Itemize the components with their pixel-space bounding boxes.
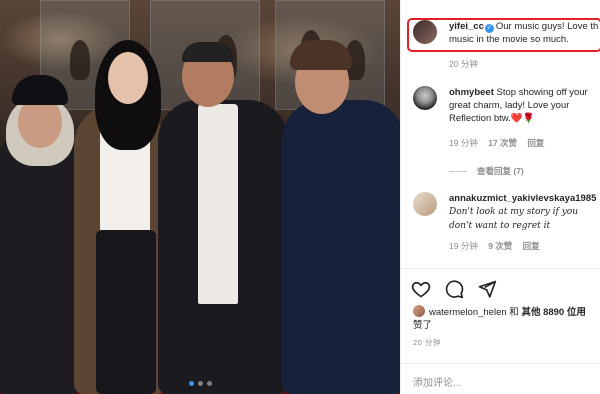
divider-line — [449, 171, 467, 173]
add-comment-bar[interactable]: 添加评论... — [401, 363, 600, 394]
add-comment-input[interactable]: 添加评论... — [413, 374, 461, 389]
comment-time[interactable]: 19 分钟 — [449, 241, 478, 251]
liked-and-text: 和 — [509, 307, 519, 318]
comment-likes[interactable]: 17 次赞 — [488, 138, 517, 148]
comment-list: yifei_cc ✓ Our music guys! Love th music i… — [401, 0, 600, 268]
reply-button[interactable]: 回复 — [527, 138, 544, 148]
comment-text: ohmybeet Stop showing off your great cha… — [449, 86, 600, 125]
action-bar: watermelon_helen 和 其他 8890 位用 赞了 20 分钟 添… — [401, 268, 600, 394]
avatar[interactable] — [413, 192, 437, 216]
comment-text: yifei_cc ✓ Our music guys! Love th music i… — [449, 20, 600, 46]
verified-badge-icon: ✓ — [484, 24, 494, 33]
comment-body: Our music guys! Love th — [495, 21, 599, 32]
comment-body: great charm, lady! Love your — [449, 100, 570, 111]
action-icons — [411, 279, 499, 301]
comment-meta: 20 分钟 — [449, 58, 486, 70]
comment-username[interactable]: yifei_cc — [449, 21, 484, 32]
others-likes-link[interactable]: 其他 8890 位用 — [521, 307, 585, 318]
comment-meta: 19 分钟 9 次赞 回复 — [449, 240, 548, 252]
comment-time[interactable]: 20 分钟 — [449, 59, 478, 69]
avatar[interactable] — [413, 20, 437, 44]
comment-meta: 19 分钟 17 次赞 回复 — [449, 137, 552, 149]
comment-username[interactable]: ohmybeet — [449, 87, 494, 98]
liker-avatar[interactable] — [413, 305, 425, 317]
comment-body: Stop showing off your — [496, 87, 588, 98]
post-photo[interactable] — [0, 0, 400, 394]
share-paper-plane-icon[interactable] — [477, 279, 499, 301]
comment-emoji: ❤️🌹 — [510, 113, 535, 124]
carousel-dot[interactable] — [197, 381, 203, 386]
view-replies-button[interactable]: 查看回复 (7) — [449, 165, 524, 177]
avatar[interactable] — [413, 86, 437, 110]
carousel-dot[interactable] — [188, 381, 194, 386]
comment-likes[interactable]: 9 次赞 — [488, 241, 512, 251]
comments-panel: yifei_cc ✓ Our music guys! Love th music i… — [400, 0, 600, 394]
view-replies-label: 查看回复 (7) — [477, 166, 524, 176]
post-time[interactable]: 20 分钟 — [413, 337, 441, 348]
comment-username[interactable]: annakuzmict_yakivlevskaya1985 — [449, 193, 596, 204]
comment-body: music in the movie so much. — [449, 34, 569, 45]
liked-by-line: watermelon_helen 和 其他 8890 位用 — [413, 305, 600, 320]
carousel-dots — [0, 381, 400, 386]
reply-button[interactable]: 回复 — [523, 241, 540, 251]
liker-username[interactable]: watermelon_helen — [429, 307, 507, 318]
comment-body: don't want to regret it — [449, 221, 551, 231]
background-musician — [70, 40, 90, 80]
carousel-dot[interactable] — [206, 381, 212, 386]
comment-body: Don't look at my story if you — [449, 207, 579, 217]
comment-bubble-icon[interactable] — [444, 279, 466, 301]
comment-text: annakuzmict_yakivlevskaya1985 Don't look… — [449, 192, 600, 233]
like-heart-icon[interactable] — [411, 279, 433, 301]
comment-body: Reflection btw. — [449, 113, 511, 124]
comment-time[interactable]: 19 分钟 — [449, 138, 478, 148]
liked-by-line-2: 赞了 — [413, 320, 433, 331]
